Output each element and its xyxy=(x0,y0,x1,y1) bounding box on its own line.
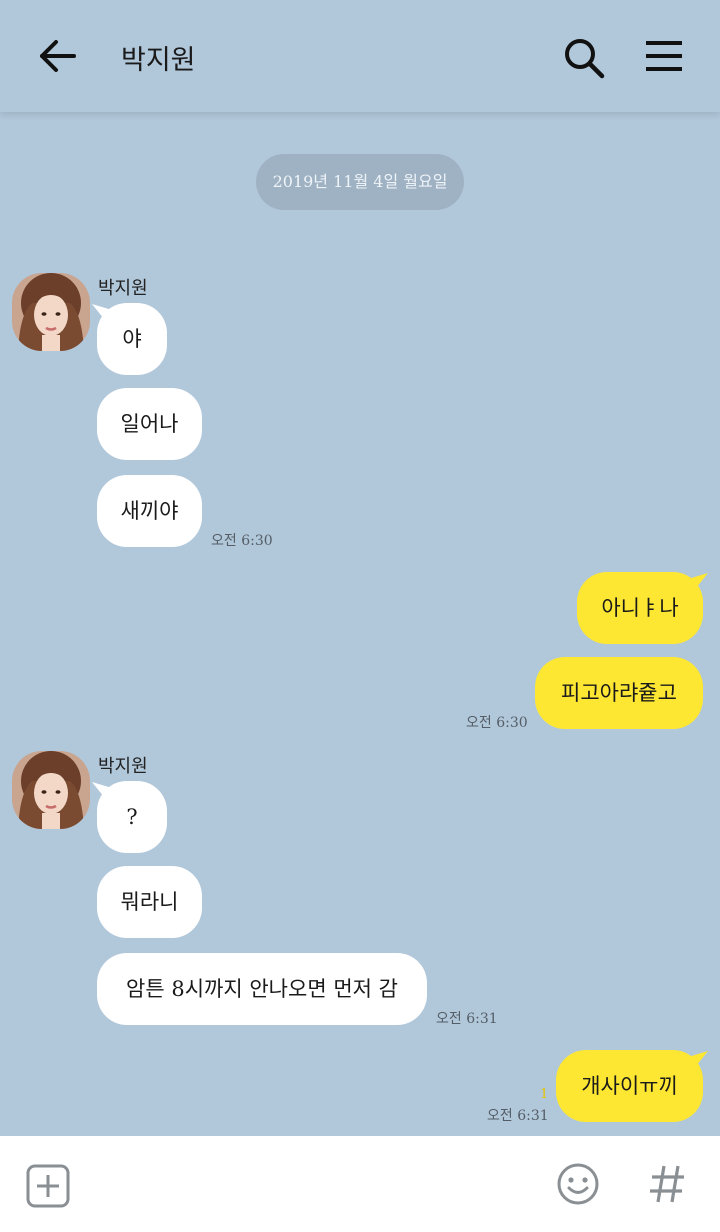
profile-photo-icon xyxy=(12,751,90,829)
sender-name: 박지원 xyxy=(98,278,148,299)
message-bubble[interactable]: 피고아랴즅고 xyxy=(535,657,703,729)
search-button[interactable] xyxy=(560,34,608,82)
plus-square-icon xyxy=(26,1164,70,1208)
message-time: 오전 6:30 xyxy=(211,533,273,549)
back-button[interactable] xyxy=(36,36,80,80)
date-divider: 2019년 11월 4일 월요일 xyxy=(256,154,464,210)
message-time: 오전 6:31 xyxy=(487,1108,549,1124)
message-bubble[interactable]: 일어나 xyxy=(97,388,202,460)
attach-button[interactable] xyxy=(24,1162,72,1210)
profile-photo-icon xyxy=(12,273,90,351)
chat-message-list[interactable]: 2019년 11월 4일 월요일 박지원 야 일어나 새끼야 오전 6:30 아… xyxy=(0,112,720,1136)
message-bubble[interactable]: 아니ㅑ나 xyxy=(577,572,703,644)
input-bar xyxy=(0,1136,720,1232)
arrow-left-icon xyxy=(40,40,76,72)
avatar[interactable] xyxy=(12,751,90,829)
message-bubble[interactable]: 야 xyxy=(97,303,167,375)
message-bubble[interactable]: 뭐라니 xyxy=(97,866,202,938)
message-bubble[interactable]: 개사이ㅠ끼 xyxy=(556,1050,703,1122)
chat-title: 박지원 xyxy=(121,45,196,76)
menu-button[interactable] xyxy=(642,36,686,80)
search-icon xyxy=(565,39,605,79)
message-bubble[interactable]: ? xyxy=(97,781,167,853)
emoji-button[interactable] xyxy=(554,1160,602,1208)
chat-header: 박지원 xyxy=(0,0,720,112)
hamburger-menu-icon xyxy=(646,41,682,71)
hashtag-button[interactable] xyxy=(644,1160,692,1208)
smiley-emoji-icon xyxy=(557,1163,599,1205)
message-bubble[interactable]: 새끼야 xyxy=(97,475,202,547)
message-time: 오전 6:31 xyxy=(436,1011,498,1027)
message-time: 오전 6:30 xyxy=(466,715,528,731)
avatar[interactable] xyxy=(12,273,90,351)
sender-name: 박지원 xyxy=(98,756,148,777)
hashtag-icon xyxy=(650,1165,684,1203)
message-bubble[interactable]: 암튼 8시까지 안나오면 먼저 감 xyxy=(97,953,427,1025)
unread-count: 1 xyxy=(540,1087,549,1102)
